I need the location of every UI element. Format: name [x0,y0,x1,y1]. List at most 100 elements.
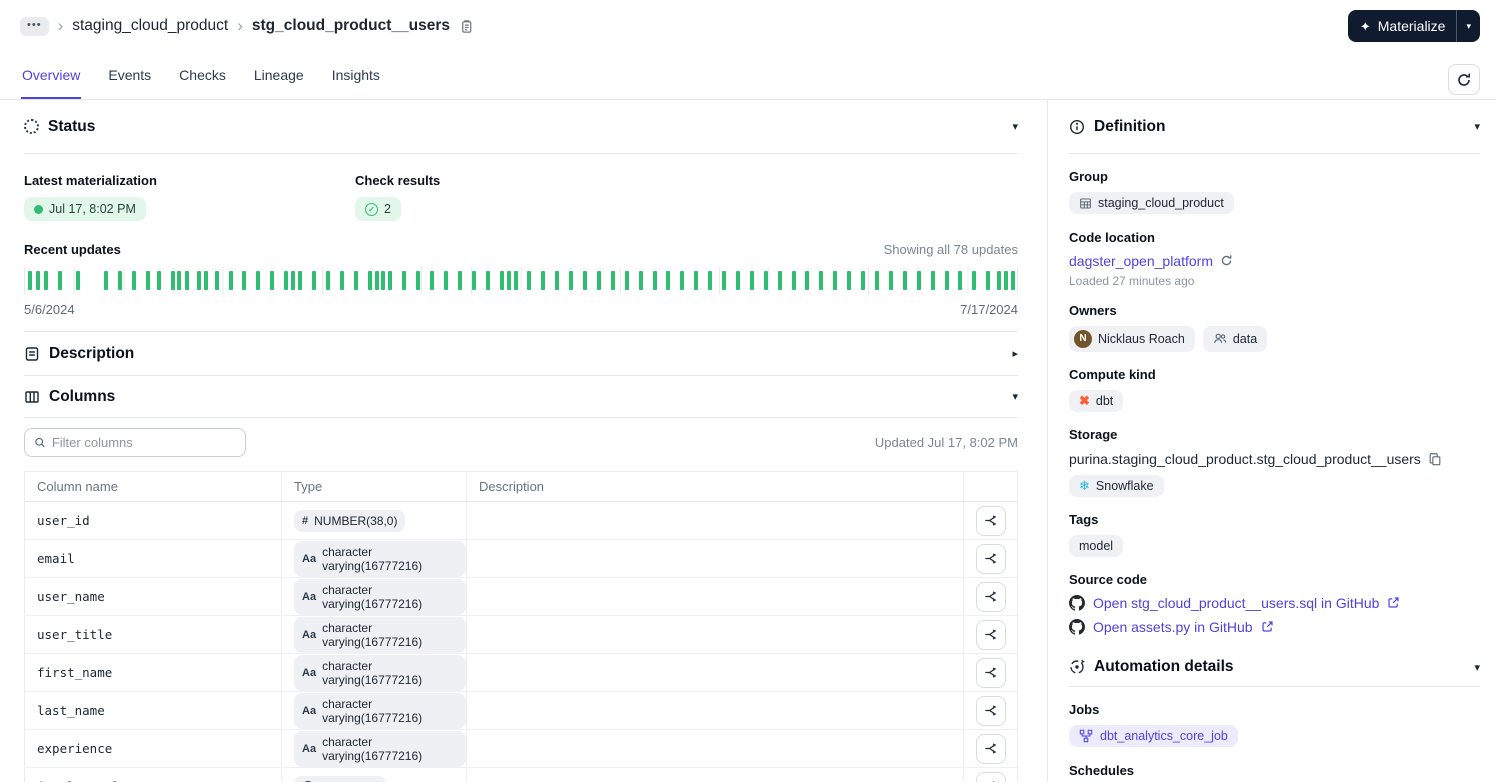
collapse-caret-icon[interactable]: ▾ [1474,661,1480,674]
github-icon [1069,594,1085,611]
check-results-label: Check results [355,173,441,188]
column-lineage-button[interactable] [975,619,1006,650]
check-results-pill[interactable]: ✓ 2 [355,197,401,221]
description-section-title: Description [49,344,135,362]
latest-materialization-pill[interactable]: Jul 17, 8:02 PM [24,197,146,221]
recent-updates-label: Recent updates [24,242,121,257]
collapse-caret-icon[interactable]: ▾ [1012,390,1018,403]
lineage-icon [985,743,997,754]
update-tick [624,271,629,290]
update-tick [132,271,137,290]
search-icon [35,437,45,448]
tab-checks[interactable]: Checks [178,52,227,99]
column-name-cell: experience [25,730,282,767]
source-code-label: Source code [1069,571,1148,587]
update-tick [339,271,344,290]
tabs: Overview Events Checks Lineage Insights [21,52,407,99]
update-tick [972,271,977,290]
compute-kind-pill[interactable]: ✖ dbt [1069,389,1124,412]
column-type-cell: Aa character varying(16777216) [282,692,467,729]
update-tick [402,271,407,290]
owners-label: Owners [1069,302,1117,318]
column-type-cell: Aa character varying(16777216) [282,730,467,767]
table-row: first_name Aa character varying(16777216) [25,654,1017,692]
timeline-end-date: 7/17/2024 [960,302,1018,317]
refresh-button[interactable] [1448,64,1480,95]
status-section-title: Status [48,117,96,135]
column-lineage-button[interactable] [975,581,1006,612]
latest-materialization-value: Jul 17, 8:02 PM [49,202,136,216]
update-tick [652,271,657,290]
grid-icon [1080,198,1091,208]
source-code-link-assets[interactable]: Open assets.py in GitHub [1093,619,1253,635]
materialize-button[interactable]: ✦ Materialize ▾ [1347,10,1480,42]
column-lineage-button[interactable] [975,771,1006,782]
column-lineage-button[interactable] [975,505,1006,536]
copy-icon[interactable] [1428,452,1442,466]
column-type-cell: # NUMBER(38,0) [282,502,467,539]
tab-insights[interactable]: Insights [331,52,381,99]
column-actions-cell [964,502,1017,539]
update-tick [735,271,740,290]
status-section-header: Status ▾ [24,100,1018,154]
column-actions-cell [964,540,1017,577]
code-location-link[interactable]: dagster_open_platform [1069,253,1213,269]
job-pill[interactable]: dbt_analytics_core_job [1069,724,1238,747]
column-lineage-button[interactable] [975,657,1006,688]
table-row: experience Aa character varying(16777216) [25,730,1017,768]
update-tick [666,271,671,290]
avatar: N [1074,329,1092,348]
breadcrumb-ellipsis-button[interactable]: ••• [20,16,49,36]
column-name-cell: user_title [25,616,282,653]
column-header-actions [964,472,1017,501]
breadcrumb-group-link[interactable]: staging_cloud_product [72,17,228,35]
expand-caret-icon[interactable]: ▸ [1012,347,1018,360]
update-tick [228,271,233,290]
update-tick [485,271,490,290]
update-tick [35,271,40,290]
lineage-icon [985,553,997,564]
update-tick [569,271,574,290]
update-tick [777,271,782,290]
type-pill: Aa character varying(16777216) [294,654,466,691]
materialize-dropdown-button[interactable]: ▾ [1457,10,1480,42]
tab-events[interactable]: Events [107,52,152,99]
tab-lineage[interactable]: Lineage [253,52,305,99]
update-tick [916,271,921,290]
owner-team-pill[interactable]: data [1202,325,1268,352]
type-pill: # NUMBER(38,0) [294,509,406,532]
update-tick [583,271,588,290]
chevron-right-icon: › [57,15,64,35]
copy-asset-name-button[interactable] [459,19,474,34]
automation-section-header: Automation details ▾ [1069,649,1480,687]
filter-columns-input[interactable] [51,435,236,450]
owner-user-pill[interactable]: N Nicklaus Roach [1069,325,1195,352]
columns-table-header: Column name Type Description [25,472,1017,502]
storage-platform-pill[interactable]: ❄ Snowflake [1069,474,1164,497]
source-code-link-sql[interactable]: Open stg_cloud_product__users.sql in Git… [1093,595,1379,611]
updates-timeline[interactable] [24,267,1018,294]
group-label: Group [1069,169,1108,184]
storage-label: Storage [1069,426,1118,442]
column-lineage-button[interactable] [975,733,1006,764]
collapse-caret-icon[interactable]: ▾ [1474,120,1480,133]
column-name-cell: user_name [25,578,282,615]
update-tick [284,271,289,290]
column-actions-cell [964,654,1017,691]
tab-overview[interactable]: Overview [21,52,82,99]
column-lineage-button[interactable] [975,543,1006,574]
type-pill: Aa character varying(16777216) [294,730,466,767]
snowflake-icon: ❄ [1079,478,1090,493]
update-tick [203,271,208,290]
lineage-icon [992,781,995,782]
update-tick [242,271,247,290]
column-type-cell: ✓ BOOLEAN [282,768,467,782]
detail-sidebar: Definition ▾ Group staging_cloud_product… [1047,100,1496,782]
column-type-cell: Aa character varying(16777216) [282,654,467,691]
tag-pill[interactable]: model [1069,534,1124,557]
column-lineage-button[interactable] [975,695,1006,726]
lineage-icon [985,515,997,526]
collapse-caret-icon[interactable]: ▾ [1012,120,1018,133]
group-pill[interactable]: staging_cloud_product [1069,192,1234,214]
reload-icon[interactable] [1220,254,1233,267]
